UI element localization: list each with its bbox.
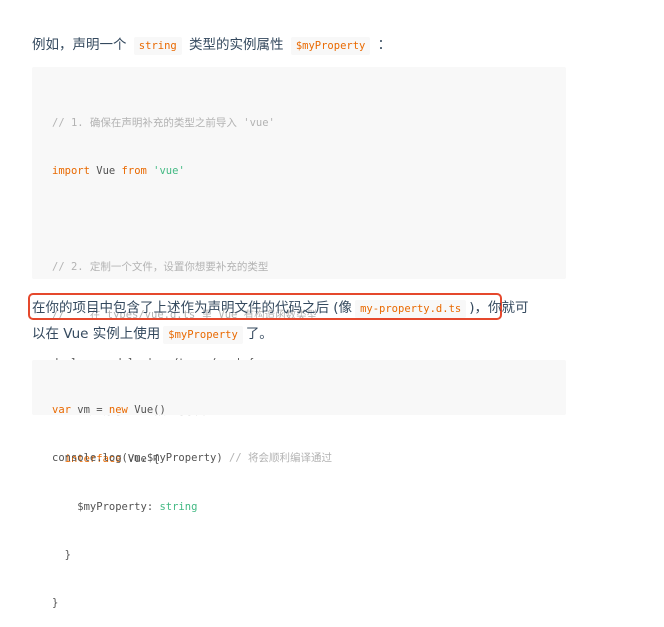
intro-paragraph: 例如，声明一个 string 类型的实例属性 $myProperty ： xyxy=(32,34,391,57)
code-keyword-var: var xyxy=(52,404,71,416)
code-comment-2: // 2. 定制一个文件，设置你想要补充的类型 xyxy=(52,261,269,273)
code-console-line: console.log(vm.$myProperty) // 将会顺利编译通过 xyxy=(52,450,566,466)
code-string-vue: 'vue' xyxy=(146,165,185,177)
code-keyword-new: new xyxy=(108,404,128,416)
code-property-name: $myProperty: xyxy=(52,501,160,513)
usage-line-1: 在你的项目中包含了上述作为声明文件的代码之后 (像 my-property.d.t… xyxy=(32,297,592,319)
usage-text-4: 了。 xyxy=(245,326,273,342)
inline-code-string: string xyxy=(133,37,182,55)
usage-text-2: )，你就可 xyxy=(469,300,529,316)
inline-code-filename: my-property.d.ts xyxy=(355,300,467,318)
code-property-type: string xyxy=(159,501,198,513)
code-comment-1: // 1. 确保在声明补充的类型之前导入 'vue' xyxy=(52,117,275,129)
code-close-brace-outer: } xyxy=(52,597,59,609)
code-console-call: console.log(vm.$myProperty) xyxy=(52,452,230,464)
usage-text-1: 在你的项目中包含了上述作为声明文件的代码之后 (像 xyxy=(32,300,353,316)
usage-paragraph: 在你的项目中包含了上述作为声明文件的代码之后 (像 my-property.d.t… xyxy=(32,297,592,345)
code-keyword-from: from xyxy=(121,165,147,177)
code-block-usage: var vm = new Vue() console.log(vm.$myPro… xyxy=(32,360,566,464)
code-var-line: var vm = new Vue() xyxy=(52,402,566,418)
code-import-line: import Vue from 'vue' xyxy=(52,163,566,179)
code-var-name: vm = xyxy=(70,404,109,416)
code-close-brace-inner: } xyxy=(52,549,71,561)
code-import-name: Vue xyxy=(89,165,122,177)
inline-code-myproperty: $myProperty xyxy=(290,37,371,55)
code-property-line: $myProperty: string xyxy=(52,499,566,515)
inline-code-myproperty-2: $myProperty xyxy=(163,326,243,344)
usage-text-3: 以在 Vue 实例上使用 xyxy=(32,326,161,342)
intro-suffix: ： xyxy=(377,37,392,53)
usage-line-2: 以在 Vue 实例上使用 $myProperty 了。 xyxy=(32,323,592,345)
intro-middle: 类型的实例属性 xyxy=(189,37,284,53)
code-constructor: Vue() xyxy=(127,404,166,416)
code-block-declaration: // 1. 确保在声明补充的类型之前导入 'vue' import Vue fr… xyxy=(32,67,566,609)
intro-prefix: 例如，声明一个 xyxy=(32,37,127,53)
code-comment-compile: // 将会顺利编译通过 xyxy=(229,452,332,464)
code-keyword-import: import xyxy=(52,165,90,177)
